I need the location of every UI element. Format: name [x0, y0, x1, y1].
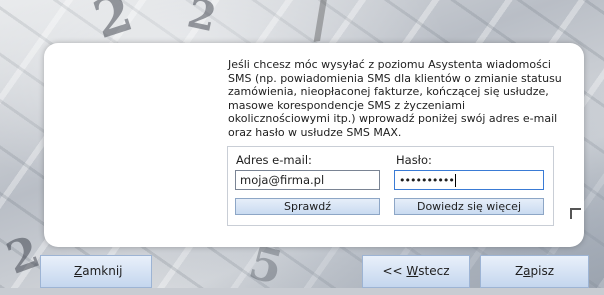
save-button-accelerator: a — [523, 264, 531, 278]
learn-more-button[interactable]: Dowiedz się więcej — [394, 198, 544, 215]
password-field[interactable]: •••••••••• — [394, 170, 544, 190]
save-button[interactable]: Zapisz — [480, 255, 589, 288]
back-button[interactable]: << Wstecz — [362, 255, 470, 288]
close-button-label: amknij — [82, 264, 123, 278]
password-value: •••••••••• — [399, 174, 455, 187]
email-value: moja@firma.pl — [240, 173, 325, 187]
password-label: Hasło: — [396, 153, 432, 167]
back-button-label: stecz — [418, 264, 450, 278]
back-button-prefix: << — [382, 264, 407, 278]
text-caret — [454, 174, 456, 187]
email-label: Adres e-mail: — [236, 153, 312, 167]
save-button-prefix: Z — [514, 264, 524, 278]
corner-grip-icon — [570, 208, 581, 219]
close-button[interactable]: Zamknij — [40, 255, 152, 288]
close-button-accelerator: Z — [74, 264, 83, 278]
email-field[interactable]: moja@firma.pl — [235, 170, 380, 190]
check-button[interactable]: Sprawdź — [235, 198, 380, 215]
back-button-accelerator: W — [406, 264, 419, 278]
description-text: Jeśli chcesz móc wysyłać z poziomu Asyst… — [228, 58, 562, 139]
save-button-label: pisz — [530, 264, 555, 278]
